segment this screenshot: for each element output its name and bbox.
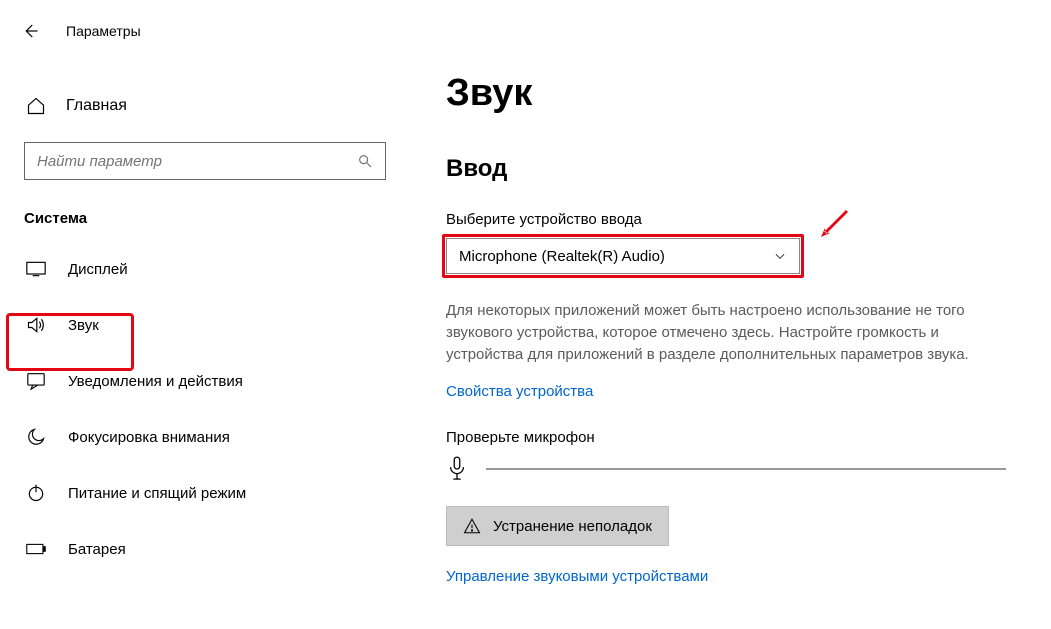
- microphone-icon: [446, 456, 468, 482]
- sidebar-item-label: Дисплей: [68, 261, 128, 278]
- sidebar-item-display[interactable]: Дисплей: [0, 241, 410, 297]
- troubleshoot-button[interactable]: Устранение неполадок: [446, 506, 669, 546]
- sidebar-section-header: Система: [0, 180, 410, 241]
- input-device-help-text: Для некоторых приложений может быть наст…: [446, 300, 1011, 365]
- notifications-icon: [26, 371, 46, 391]
- sidebar-item-label: Звук: [68, 317, 99, 334]
- search-icon: [357, 153, 373, 169]
- back-icon[interactable]: [20, 21, 40, 41]
- sidebar-item-home[interactable]: Главная: [0, 82, 410, 130]
- titlebar: Параметры: [0, 10, 410, 52]
- sidebar-item-label: Фокусировка внимания: [68, 429, 230, 446]
- sidebar-item-label: Батарея: [68, 541, 126, 558]
- sidebar-item-focus[interactable]: Фокусировка внимания: [0, 409, 410, 465]
- sidebar-item-sound[interactable]: Звук: [0, 297, 410, 353]
- section-heading-input: Ввод: [446, 155, 1011, 183]
- troubleshoot-button-label: Устранение неполадок: [493, 518, 652, 535]
- focus-icon: [26, 427, 46, 447]
- home-icon: [26, 96, 46, 116]
- device-properties-link[interactable]: Свойства устройства: [446, 383, 593, 400]
- main-content: Звук Ввод Выберите устройство ввода Micr…: [410, 0, 1051, 629]
- manage-sound-devices-link[interactable]: Управление звуковыми устройствами: [446, 568, 708, 585]
- power-icon: [26, 483, 46, 503]
- search-input[interactable]: [24, 142, 386, 180]
- page-title: Звук: [446, 72, 1011, 115]
- mic-test-label: Проверьте микрофон: [446, 429, 1011, 446]
- mic-level-bar: [486, 468, 1006, 470]
- sidebar-item-label: Питание и спящий режим: [68, 485, 246, 502]
- sidebar-item-battery[interactable]: Батарея: [0, 521, 410, 577]
- sidebar: Параметры Главная Система Дисплей: [0, 0, 410, 629]
- window-title: Параметры: [66, 23, 141, 39]
- input-device-select[interactable]: Microphone (Realtek(R) Audio): [446, 238, 800, 274]
- input-device-value: Microphone (Realtek(R) Audio): [459, 248, 665, 265]
- warning-icon: [463, 517, 481, 535]
- sound-icon: [26, 315, 46, 335]
- sidebar-item-power[interactable]: Питание и спящий режим: [0, 465, 410, 521]
- sidebar-item-notifications[interactable]: Уведомления и действия: [0, 353, 410, 409]
- chevron-down-icon: [773, 249, 787, 263]
- annotation-arrow-icon: [816, 206, 852, 242]
- display-icon: [26, 259, 46, 279]
- mic-test-row: [446, 456, 1011, 482]
- sidebar-item-label: Главная: [66, 97, 127, 115]
- search-field[interactable]: [37, 153, 349, 170]
- sidebar-item-label: Уведомления и действия: [68, 373, 243, 390]
- input-device-label: Выберите устройство ввода: [446, 211, 1011, 228]
- battery-icon: [26, 539, 46, 559]
